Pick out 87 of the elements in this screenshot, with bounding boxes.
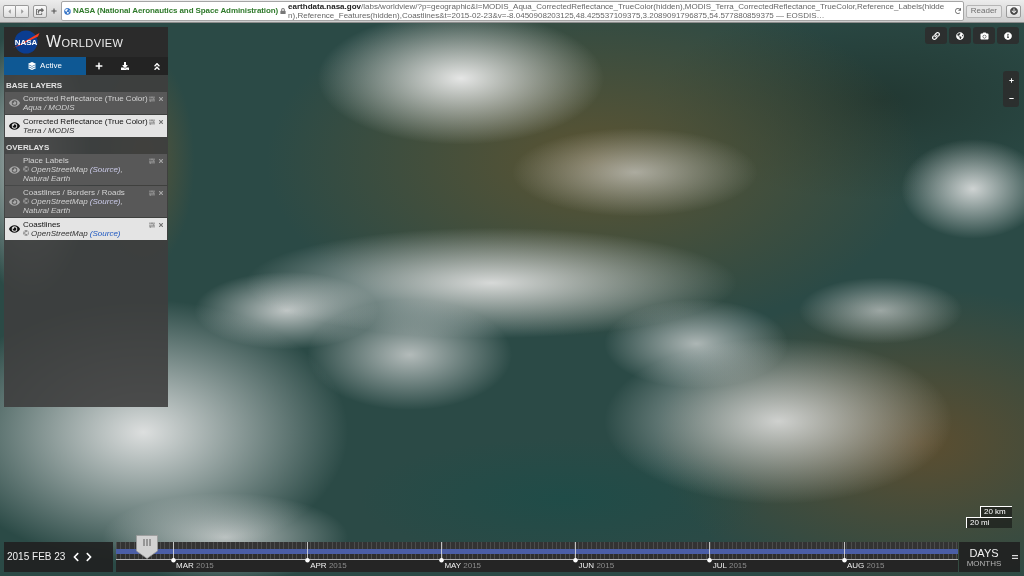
layer-source: Terra / MODIS (23, 126, 76, 135)
download-icon (121, 62, 129, 70)
close-icon[interactable] (158, 190, 164, 196)
month-label: JUL 2015 (712, 561, 747, 571)
app-title: WORLDVIEW (46, 33, 124, 51)
layer-item[interactable]: Place Labels © OpenStreetMap (Source), Natural Earth (5, 154, 167, 185)
close-icon[interactable] (158, 158, 164, 164)
reader-button[interactable]: Reader (965, 4, 1002, 18)
address-field[interactable] (61, 1, 964, 21)
layer-title: Coastlines (23, 220, 62, 229)
chevron-right-icon (85, 552, 94, 562)
sliders-icon[interactable] (149, 222, 155, 228)
month-label: APR 2015 (310, 561, 347, 571)
layer-title: Coastlines / Borders / Roads (23, 188, 126, 197)
month-tick-marker (438, 542, 444, 563)
month-tick-marker (707, 542, 713, 563)
share-button[interactable] (33, 4, 47, 18)
info-button[interactable] (997, 27, 1019, 44)
timeline-menu-button[interactable] (1009, 542, 1020, 572)
layer-item[interactable]: Coastlines / Borders / Roads © OpenStreetMap (Source), Natural Earth (5, 186, 167, 217)
source-link[interactable]: (Source) (89, 165, 121, 174)
share-icon (36, 7, 44, 15)
layer-title: Corrected Reflectance (True Color) (23, 94, 149, 103)
panel-tab[interactable]: Active (4, 57, 86, 75)
plus-icon (51, 8, 57, 14)
sliders-icon[interactable] (149, 119, 155, 125)
timeline-track[interactable]: MAR 2015 APR 2015 MAY 2015 JUN 2015 JUL 2015 AUG 2015 (116, 535, 958, 572)
layer-source: Aqua / MODIS (23, 103, 76, 112)
month-tick-marker (304, 542, 310, 563)
eye-icon[interactable] (8, 224, 20, 234)
projection-button[interactable] (949, 27, 971, 44)
layer-item[interactable]: Corrected Reflectance (True Color) Terra / MODIS (5, 115, 167, 137)
layers-icon (28, 62, 37, 70)
url-text: earthdata.nasa.gov/labs/worldview/?p=geographic&l=MODIS_Aqua_CorrectedReflectance_TrueColor(hidden),MODIS_Terra_CorrectedReflectance_TrueColor,Reference_Labels(hidden),Reference_Features(hidden),Coastlines&t=2015-02-23&v=-8.0450908203125,48.425537109375,3.2089091796875,54.577880859375 — EOSDIS… (288, 2, 946, 20)
month-tick-marker (170, 542, 176, 563)
scale-bar: 20 km (980, 506, 1012, 517)
section-heading: BASE LAYERS (5, 80, 64, 92)
snapshot-button[interactable] (973, 27, 995, 44)
sliders-icon[interactable] (149, 190, 155, 196)
info-icon (1004, 31, 1012, 40)
layer-title: Place Labels (23, 156, 70, 165)
month-label: JUN 2015 (578, 561, 615, 571)
source-link[interactable]: (Source) (89, 229, 121, 238)
layer-source: © OpenStreetMap (Source) (23, 229, 122, 238)
sliders-icon[interactable] (149, 158, 155, 164)
month-tick-marker (841, 542, 847, 563)
globe-icon (64, 7, 71, 15)
close-icon[interactable] (158, 96, 164, 102)
layer-item[interactable]: Coastlines © OpenStreetMap (Source) (5, 218, 167, 240)
plus-icon (1008, 77, 1014, 83)
close-icon[interactable] (158, 222, 164, 228)
eye-icon[interactable] (8, 121, 20, 131)
globe-icon (956, 31, 964, 40)
layer-item[interactable]: Corrected Reflectance (True Color) Aqua / MODIS (5, 92, 167, 114)
double-chevron-up-icon (153, 61, 161, 71)
caret-right-icon (18, 7, 26, 15)
month-label: AUG 2015 (847, 561, 885, 571)
menu-icon (1011, 555, 1018, 559)
date-field[interactable]: 2015 FEB 23 (7, 551, 66, 563)
scale-bar: 20 mi (966, 517, 1012, 528)
source-link[interactable]: (Source) (89, 197, 121, 206)
caret-left-icon (6, 7, 13, 15)
camera-icon (979, 31, 989, 40)
layer-source: © OpenStreetMap (Source), Natural Earth (23, 165, 124, 183)
month-label: MAY 2015 (444, 561, 482, 571)
layer-source: © OpenStreetMap (Source), Natural Earth (23, 197, 124, 215)
section-heading: OVERLAYS (5, 142, 51, 154)
download-icon (1009, 7, 1018, 15)
timescale-option[interactable]: MONTHS (966, 558, 1002, 568)
minus-icon (1008, 95, 1014, 101)
forward-button[interactable] (16, 4, 29, 18)
sliders-icon[interactable] (149, 96, 155, 102)
downloads-button[interactable] (1006, 4, 1021, 18)
timescale-option[interactable]: DAYS (969, 546, 999, 559)
lock-icon (280, 8, 287, 14)
plus-icon (95, 62, 103, 70)
share-link-button[interactable] (925, 27, 947, 44)
reload-icon[interactable] (954, 8, 961, 14)
month-label: MAR 2015 (176, 561, 214, 571)
layer-title: Corrected Reflectance (True Color) (23, 117, 149, 126)
site-identity: NASA (National Aeronautics and Space Administration) (73, 5, 279, 17)
back-button[interactable] (3, 4, 16, 18)
month-tick-marker (573, 542, 579, 563)
previous-day-button[interactable] (71, 551, 82, 563)
link-icon (932, 31, 940, 40)
close-icon[interactable] (158, 119, 164, 125)
chevron-left-icon (72, 552, 81, 562)
